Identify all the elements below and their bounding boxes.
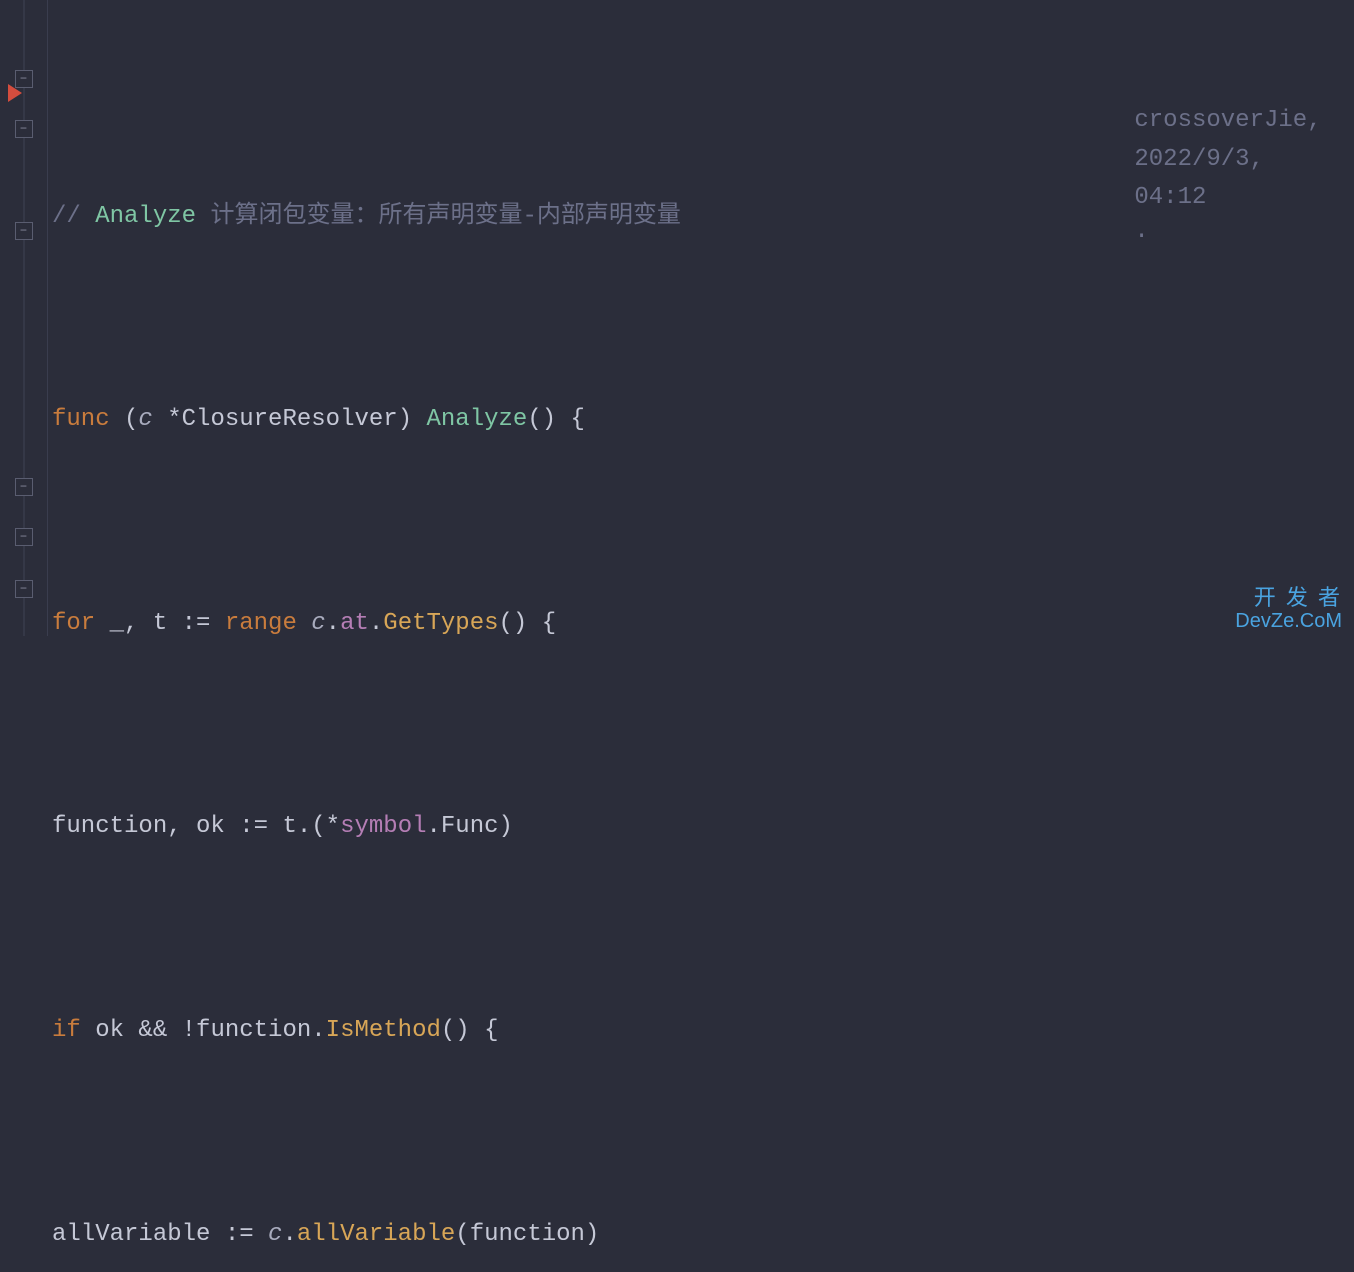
fold-end-icon[interactable]: − (15, 478, 33, 496)
code-area[interactable]: crossoverJie, 2022/9/3, 04:12 · // Analy… (48, 0, 1354, 636)
code-line[interactable]: function, ok := t.(*symbol.Func) (52, 803, 1354, 853)
fold-end-icon[interactable]: − (15, 528, 33, 546)
breakpoint-icon[interactable] (8, 84, 22, 102)
brace-open: { (571, 401, 585, 439)
keyword-range: range (225, 605, 297, 643)
function-name: Analyze (427, 401, 528, 439)
code-line[interactable]: allVariable := c.allVariable(function) (52, 1210, 1354, 1260)
blame-author: crossoverJie (1134, 107, 1307, 134)
blame-dot: · (1134, 223, 1148, 250)
receiver-var: c (138, 401, 152, 439)
code-line[interactable]: for _, t := range c.at.GetTypes() { (52, 599, 1354, 649)
keyword-if: if (52, 1012, 81, 1050)
comment-slashes: // (52, 198, 95, 236)
code-editor[interactable]: − − − − − − crossoverJie, 2022/9/3, 04:1… (0, 0, 1354, 636)
code-line[interactable]: if ok && !function.IsMethod() { (52, 1006, 1354, 1056)
gutter: − − − − − − (0, 0, 48, 636)
git-blame-annotation: crossoverJie, 2022/9/3, 04:12 · (1048, 64, 1336, 294)
fold-collapse-icon[interactable]: − (15, 222, 33, 240)
keyword-func: func (52, 401, 110, 439)
comment-fn-name: Analyze (95, 198, 196, 236)
fold-collapse-icon[interactable]: − (15, 120, 33, 138)
fold-end-icon[interactable]: − (15, 580, 33, 598)
receiver-type: ClosureResolver (182, 401, 398, 439)
keyword-for: for (52, 605, 95, 643)
blame-time: 04:12 (1134, 184, 1206, 211)
comment-text: 计算闭包变量：所有声明变量-内部声明变量 (196, 198, 681, 236)
code-line[interactable]: func (c *ClosureResolver) Analyze() { (52, 396, 1354, 446)
blame-date: 2022/9/3 (1134, 146, 1249, 173)
